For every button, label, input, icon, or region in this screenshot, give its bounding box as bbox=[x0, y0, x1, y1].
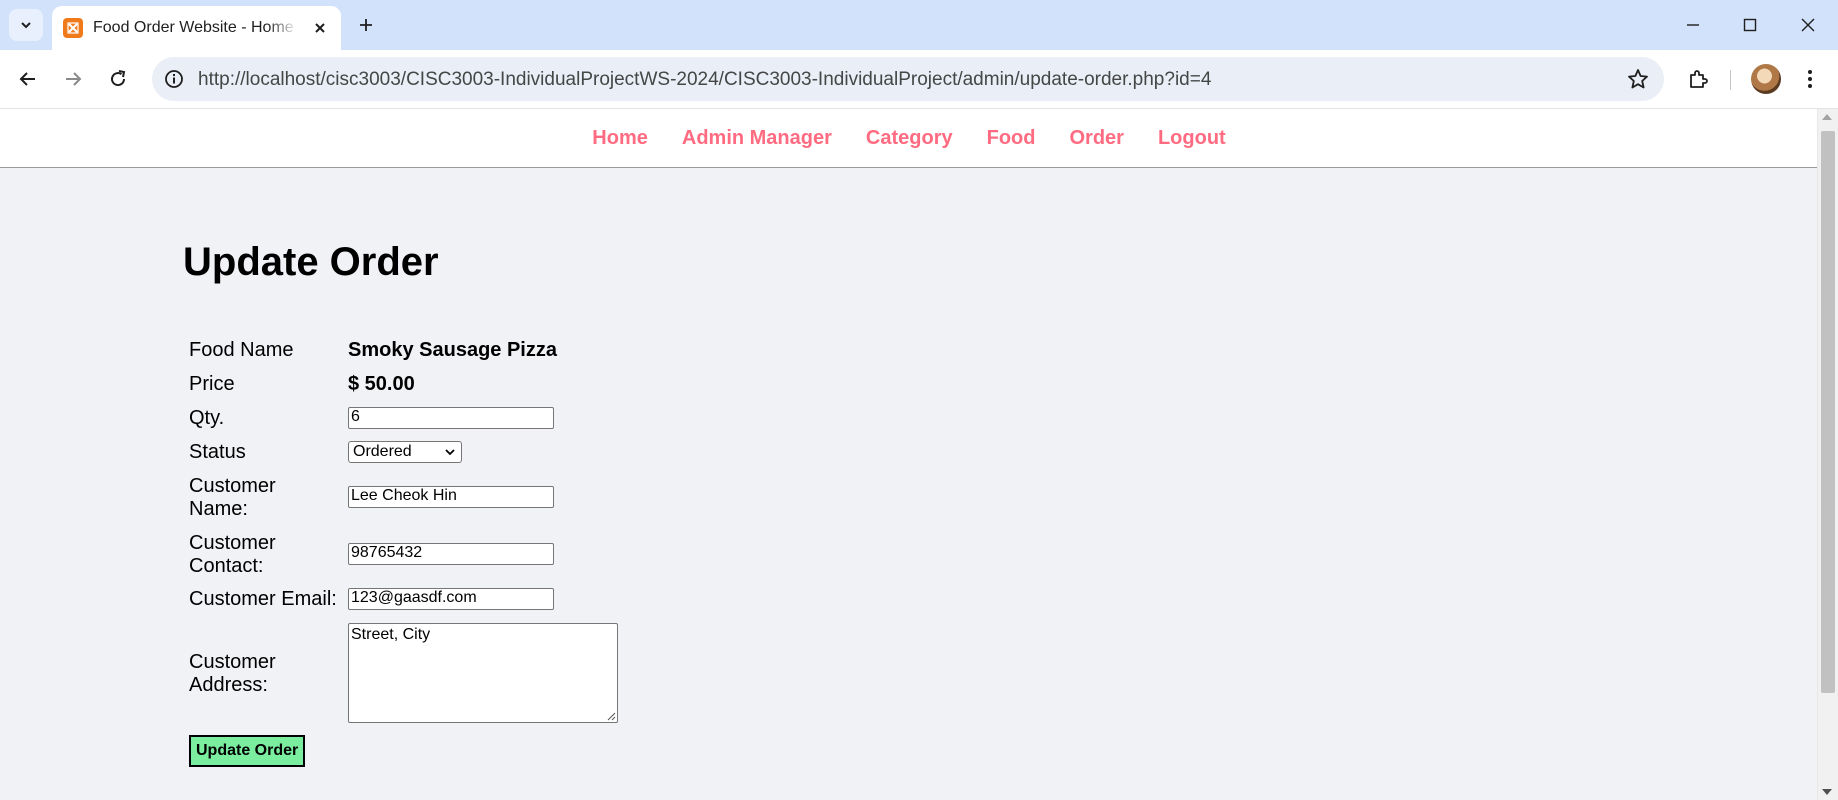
site-navigation: Home Admin Manager Category Food Order L… bbox=[0, 109, 1818, 168]
price-label: Price bbox=[189, 373, 235, 395]
customer-contact-label-line1: Customer bbox=[189, 532, 276, 554]
qty-label: Qty. bbox=[189, 407, 225, 429]
customer-contact-input[interactable]: 98765432 bbox=[348, 543, 554, 565]
customer-email-label: Customer Email: bbox=[189, 588, 337, 610]
url-text[interactable]: http://localhost/cisc3003/CISC3003-Indiv… bbox=[198, 69, 1211, 91]
customer-name-label-line2: Name: bbox=[189, 498, 248, 520]
reload-icon[interactable] bbox=[104, 65, 132, 93]
resize-grip-icon[interactable] bbox=[606, 711, 616, 721]
update-order-button[interactable]: Update Order bbox=[189, 735, 306, 767]
info-icon[interactable] bbox=[162, 67, 186, 91]
customer-name-label-line1: Customer bbox=[189, 475, 276, 497]
chevron-down-icon bbox=[21, 22, 31, 29]
browser-window: Food Order Website - Home Page bbox=[0, 0, 1838, 800]
customer-address-label: Customer Address: bbox=[189, 651, 276, 697]
tab-search-button[interactable] bbox=[9, 9, 43, 41]
food-name-label: Food Name bbox=[189, 339, 294, 361]
tab-title: Food Order Website - Home Page bbox=[93, 19, 298, 36]
customer-contact-label-line2: Contact: bbox=[189, 555, 264, 577]
scroll-down-arrow-icon[interactable] bbox=[1822, 789, 1832, 795]
customer-contact-label: Customer Contact: bbox=[189, 532, 276, 578]
xampp-icon bbox=[63, 18, 83, 38]
minimize-icon[interactable] bbox=[1680, 12, 1706, 38]
close-icon[interactable] bbox=[311, 19, 329, 37]
browser-tab[interactable]: Food Order Website - Home Page bbox=[52, 6, 341, 50]
nav-food[interactable]: Food bbox=[987, 127, 1036, 150]
more-vertical-icon[interactable] bbox=[1796, 65, 1824, 93]
status-select[interactable]: Ordered bbox=[348, 441, 462, 463]
customer-address-textarea[interactable]: Street, City bbox=[348, 623, 618, 723]
maximize-icon[interactable] bbox=[1737, 12, 1763, 38]
arrow-right-icon[interactable] bbox=[59, 65, 87, 93]
nav-order[interactable]: Order bbox=[1069, 127, 1123, 150]
customer-address-label-line2: Address: bbox=[189, 674, 268, 696]
browser-toolbar: http://localhost/cisc3003/CISC3003-Indiv… bbox=[0, 50, 1838, 109]
nav-home[interactable]: Home bbox=[592, 127, 648, 150]
price-value: $ 50.00 bbox=[348, 373, 415, 395]
plus-icon[interactable] bbox=[355, 14, 377, 36]
profile-avatar[interactable] bbox=[1751, 64, 1781, 94]
toolbar-divider bbox=[1730, 70, 1731, 90]
arrow-left-icon[interactable] bbox=[14, 65, 42, 93]
page-viewport: Home Admin Manager Category Food Order L… bbox=[0, 109, 1838, 800]
status-label: Status bbox=[189, 441, 246, 463]
window-close-icon[interactable] bbox=[1795, 12, 1821, 38]
scroll-thumb[interactable] bbox=[1821, 131, 1835, 693]
tab-strip: Food Order Website - Home Page bbox=[0, 0, 1838, 50]
nav-category[interactable]: Category bbox=[866, 127, 953, 150]
food-name-value: Smoky Sausage Pizza bbox=[348, 339, 557, 361]
customer-name-label: Customer Name: bbox=[189, 475, 276, 521]
puzzle-icon[interactable] bbox=[1684, 65, 1712, 93]
scroll-up-arrow-icon[interactable] bbox=[1822, 114, 1832, 120]
customer-name-input[interactable]: Lee Cheok Hin bbox=[348, 486, 554, 508]
chevron-down-icon bbox=[443, 445, 457, 459]
customer-address-value: Street, City bbox=[351, 626, 431, 643]
customer-email-input[interactable]: 123@gaasdf.com bbox=[348, 588, 554, 610]
qty-input[interactable]: 6 bbox=[348, 407, 554, 429]
status-select-value: Ordered bbox=[353, 443, 412, 460]
customer-address-label-line1: Customer bbox=[189, 651, 276, 673]
page-scrollbar[interactable] bbox=[1817, 109, 1838, 800]
star-icon[interactable] bbox=[1626, 67, 1650, 91]
nav-admin-manager[interactable]: Admin Manager bbox=[682, 127, 832, 150]
page-title: Update Order bbox=[183, 240, 439, 284]
address-bar[interactable]: http://localhost/cisc3003/CISC3003-Indiv… bbox=[152, 57, 1664, 101]
nav-logout[interactable]: Logout bbox=[1158, 127, 1226, 150]
